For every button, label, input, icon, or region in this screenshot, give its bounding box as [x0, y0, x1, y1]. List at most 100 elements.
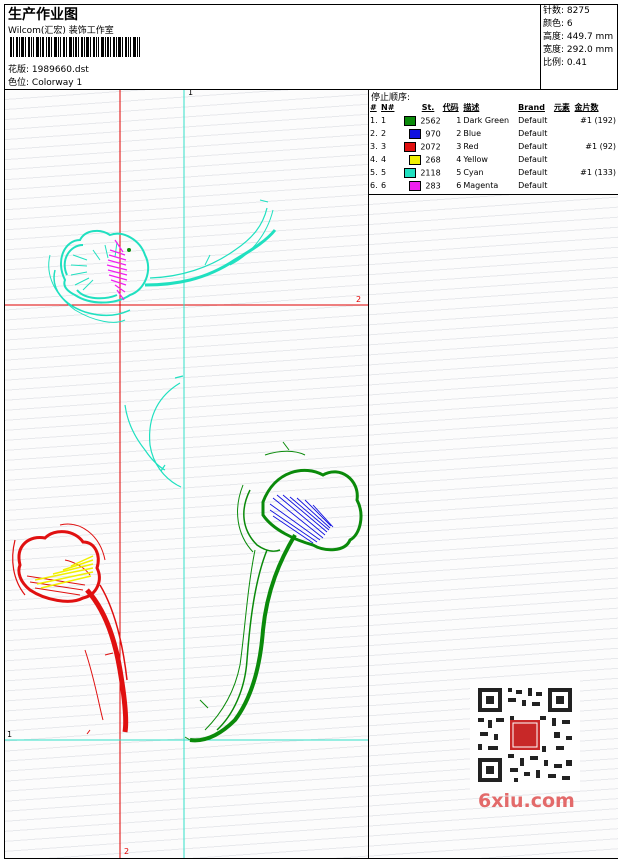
col-brand: Brand [518, 103, 545, 112]
row-stitches: 2562 [398, 114, 442, 127]
red-flower [12, 523, 129, 735]
stop-sequence-panel: 停止顺序: # N# St. 代码 描述 Brand 元素 金片数 1. 1 256… [369, 90, 618, 194]
color-swatch [404, 167, 417, 178]
table-row: 5. 5 2118 5 Cyan Default #1 (133) [369, 166, 617, 179]
row-code: 6 [456, 181, 462, 190]
table-row: 4. 4 268 4 Yellow Default [369, 153, 617, 166]
stat-width: 宽度: 292.0 mm [543, 45, 614, 55]
row-element [553, 114, 574, 127]
stat-scale: 比例: 0.41 [543, 58, 587, 68]
page-title: 生产作业图 [8, 7, 78, 23]
row-description: Blue [463, 129, 482, 138]
stitch-count: 268 [425, 155, 441, 164]
magenta-fill [106, 239, 128, 301]
row-sequins [574, 127, 617, 140]
row-index: 4. [370, 155, 378, 164]
row-code: 1 [456, 116, 462, 125]
row-element [553, 179, 574, 192]
stitch-count: 283 [425, 181, 441, 190]
axis-label-left: 1 [7, 730, 13, 739]
stat-stitches: 针数: 8275 [543, 6, 590, 16]
col-stitches: St. [421, 103, 435, 112]
design-file-value: 1989660.dst [31, 65, 89, 75]
page-subtitle: Wilcom(汇宏) 装饰工作室 [8, 26, 114, 36]
stats-divider [540, 4, 541, 89]
row-element [553, 140, 574, 153]
design-file-row: 花版: 1989660.dst [8, 62, 89, 75]
axis-label-bottom: 2 [124, 847, 130, 856]
col-index: # [370, 103, 377, 112]
table-row: 2. 2 970 2 Blue Default [369, 127, 617, 140]
stitch-marker [127, 248, 131, 252]
stitch-count: 2072 [420, 142, 441, 151]
row-sequins [574, 153, 617, 166]
stitch-count: 2562 [420, 116, 441, 125]
row-number: 1 [381, 116, 387, 125]
row-index: 2. [370, 129, 378, 138]
row-description: Yellow [463, 155, 488, 164]
row-number: 4 [381, 155, 387, 164]
row-sequins [574, 179, 617, 192]
qr-code [470, 680, 580, 790]
row-sequins: #1 (133) [580, 168, 616, 177]
cyan-flower [48, 199, 277, 323]
stitch-count: 970 [425, 129, 441, 138]
blue-fill [269, 494, 334, 544]
axis-label-top: 1 [188, 90, 194, 97]
row-index: 3. [370, 142, 378, 151]
row-code: 5 [456, 168, 462, 177]
row-index: 5. [370, 168, 378, 177]
row-brand: Default [518, 116, 548, 125]
row-number: 3 [381, 142, 387, 151]
row-stitches: 970 [398, 127, 442, 140]
row-description: Dark Green [463, 116, 510, 125]
color-swatch [404, 141, 417, 152]
color-swatch [409, 128, 422, 139]
row-brand: Default [518, 142, 548, 151]
col-element: 元素 [553, 103, 570, 112]
stitch-count: 2118 [420, 168, 441, 177]
stat-height: 高度: 449.7 mm [543, 32, 614, 42]
row-description: Magenta [463, 181, 499, 190]
row-number: 5 [381, 168, 387, 177]
green-flower [184, 441, 363, 743]
row-stitches: 268 [398, 153, 442, 166]
cyan-arc [124, 375, 184, 488]
table-header-row: # N# St. 代码 描述 Brand 元素 金片数 [369, 101, 617, 114]
row-description: Red [463, 142, 479, 151]
table-row: 3. 3 2072 3 Red Default #1 (92) [369, 140, 617, 153]
yellow-fill [34, 555, 94, 589]
design-canvas [5, 90, 368, 858]
qr-code-graphic [470, 680, 580, 790]
qr-center-badge [510, 720, 540, 750]
col-number: N# [381, 103, 395, 112]
axis-label-right: 2 [356, 295, 362, 304]
row-code: 2 [456, 129, 462, 138]
color-swatch [409, 180, 422, 191]
row-index: 1. [370, 116, 378, 125]
row-code: 4 [456, 155, 462, 164]
watermark-logo: 6xiu.com [478, 790, 575, 812]
barcode [10, 37, 140, 57]
row-sequins: #1 (92) [585, 142, 616, 151]
table-row: 6. 6 283 6 Magenta Default [369, 179, 617, 192]
row-code: 3 [456, 142, 462, 151]
row-stitches: 2118 [398, 166, 442, 179]
design-stats: 针数: 8275 颜色: 6 高度: 449.7 mm 宽度: 292.0 mm… [543, 5, 613, 70]
row-stitches: 2072 [398, 140, 442, 153]
row-stitches: 283 [398, 179, 442, 192]
row-element [553, 166, 574, 179]
row-number: 6 [381, 181, 387, 190]
embroidery-preview[interactable]: 1 2 1 2 [5, 90, 368, 858]
row-number: 2 [381, 129, 387, 138]
stop-sequence-table: # N# St. 代码 描述 Brand 元素 金片数 1. 1 2562 1 Dark… [369, 101, 617, 192]
colorway-row: 色位: Colorway 1 [8, 75, 82, 88]
row-element [553, 153, 574, 166]
color-swatch [409, 154, 422, 165]
row-brand: Default [518, 168, 548, 177]
row-element [553, 127, 574, 140]
row-brand: Default [518, 155, 548, 164]
row-brand: Default [518, 129, 548, 138]
color-swatch [404, 115, 417, 126]
stat-colors: 颜色: 6 [543, 19, 573, 29]
